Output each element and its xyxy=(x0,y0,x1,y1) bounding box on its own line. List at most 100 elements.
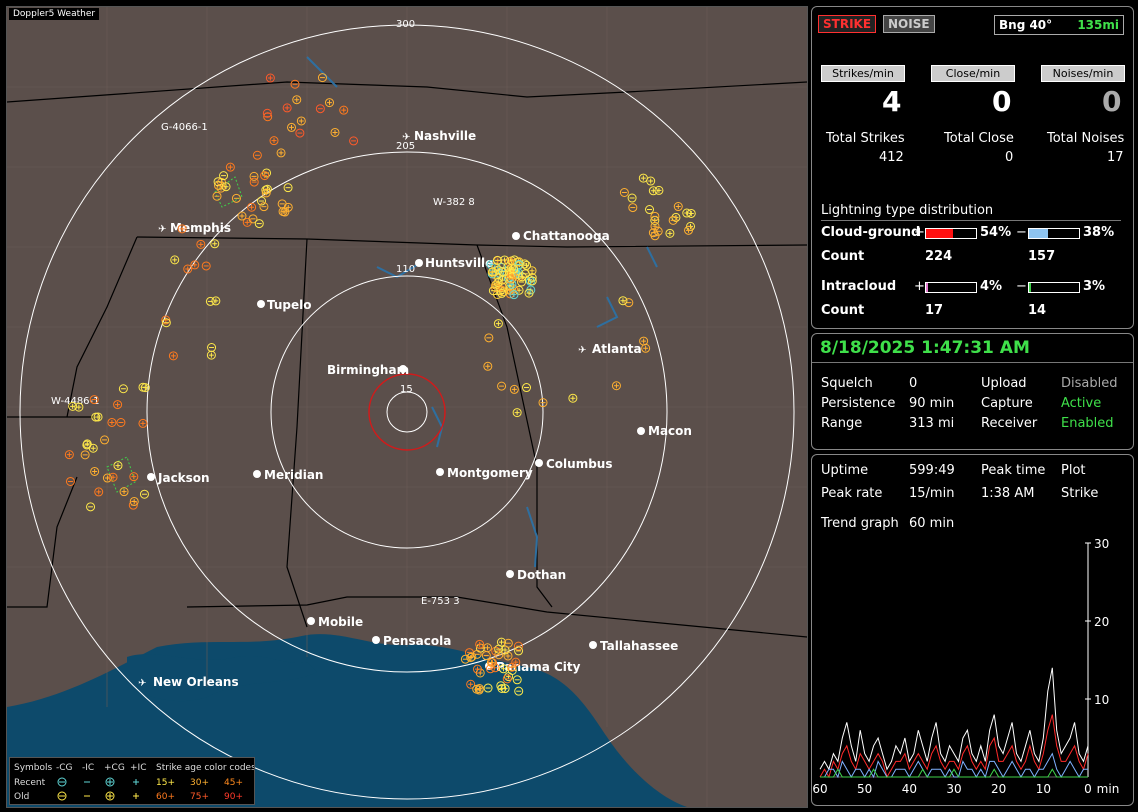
trend-series xyxy=(819,667,1089,779)
capture-value[interactable]: Active xyxy=(1061,396,1101,411)
close-per-min-label[interactable]: Close/min xyxy=(931,65,1015,82)
range-value: 313 mi xyxy=(909,416,955,431)
strike-polarity-mark xyxy=(640,175,646,181)
strike-polarity-mark xyxy=(514,410,520,416)
x-tick-label: 10 xyxy=(1036,782,1051,796)
city-dothan: Dothan xyxy=(506,568,566,582)
cloud-ground-label: Cloud-ground xyxy=(821,225,921,240)
strike-polarity-mark xyxy=(675,204,681,210)
strike-polarity-mark xyxy=(485,363,491,369)
upload-value[interactable]: Disabled xyxy=(1061,376,1117,391)
strike-polarity-mark xyxy=(502,257,508,263)
svg-text:Symbols: Symbols xyxy=(14,763,53,773)
svg-text:Recent: Recent xyxy=(14,778,46,788)
strike-polarity-mark xyxy=(131,474,137,480)
city-huntsville: Huntsville xyxy=(415,256,493,270)
noise-mode-button[interactable]: NOISE xyxy=(883,15,935,33)
strike-polarity-mark xyxy=(172,257,178,263)
x-tick-label: 0 xyxy=(1084,782,1092,796)
x-ticks: 60 50 40 30 20 10 0 min xyxy=(812,782,1119,796)
peak-time-label: Peak time xyxy=(981,463,1046,478)
strike-polarity-mark xyxy=(643,345,649,351)
cg-negative-bar xyxy=(1028,228,1080,239)
svg-text:G-4066-1: G-4066-1 xyxy=(161,122,208,133)
trend-graph-value[interactable]: 60 min xyxy=(909,516,954,531)
capture-label: Capture xyxy=(981,396,1033,411)
city-chattanooga: Chattanooga xyxy=(512,229,610,243)
strike-polarity-mark xyxy=(298,118,304,124)
svg-text:Nashville: Nashville xyxy=(414,129,476,143)
city-new-orleans: ✈ New Orleans xyxy=(138,675,239,689)
upload-label: Upload xyxy=(981,376,1027,391)
svg-text:60+: 60+ xyxy=(156,792,175,802)
strike-polarity-mark xyxy=(271,138,277,144)
x-tick-label: 20 xyxy=(991,782,1006,796)
city-tallahassee: Tallahassee xyxy=(589,639,678,653)
range-label-300: 300 xyxy=(396,19,415,30)
cg-positive-percent: 54% xyxy=(980,225,1012,240)
svg-text:+IC: +IC xyxy=(130,763,146,773)
plot-value[interactable]: Strike xyxy=(1061,486,1098,501)
total-strikes-value: 412 xyxy=(879,150,904,165)
brand-label: Doppler5 Weather xyxy=(9,8,100,20)
city-montgomery: Montgomery xyxy=(436,466,533,480)
symbols-legend: Symbols -CG -IC +CG +IC Strike age color… xyxy=(9,757,255,805)
strike-polarity-mark xyxy=(185,266,191,272)
cg-count-label: Count xyxy=(821,249,865,264)
trend-series-line xyxy=(820,752,1088,779)
strike-polarity-mark xyxy=(267,75,273,81)
noises-per-min-label[interactable]: Noises/min xyxy=(1041,65,1125,82)
svg-text:45+: 45+ xyxy=(224,778,243,788)
city-pensacola: Pensacola xyxy=(372,634,451,648)
svg-text:New Orleans: New Orleans xyxy=(153,675,239,689)
range-label-110: 110 xyxy=(396,264,415,275)
svg-text:Huntsville: Huntsville xyxy=(425,256,493,270)
peak-rate-label: Peak rate xyxy=(821,486,883,501)
strike-polarity-mark xyxy=(326,100,332,106)
city-columbus: Columbus xyxy=(535,457,613,471)
receiver-value[interactable]: Enabled xyxy=(1061,416,1114,431)
trend-panel: Uptime 599:49 Peak time 1:38 AM Plot Str… xyxy=(811,454,1134,806)
strikes-per-min-label[interactable]: Strikes/min xyxy=(821,65,905,82)
ic-positive-count: 17 xyxy=(925,303,944,318)
strike-polarity-mark xyxy=(667,230,673,236)
strike-polarity-mark xyxy=(641,338,647,344)
svg-text:90+: 90+ xyxy=(224,792,243,802)
svg-text:Mobile: Mobile xyxy=(318,615,363,629)
lightning-map[interactable]: 300 205 110 15 ✈ Nashville ✈ Memphis Hunts… xyxy=(6,6,808,808)
svg-text:E-753 3: E-753 3 xyxy=(421,596,460,607)
divider xyxy=(812,362,1133,363)
svg-text:Meridian: Meridian xyxy=(264,468,323,482)
total-noises-label: Total Noises xyxy=(1047,131,1125,146)
airport-icon: ✈ xyxy=(578,345,586,356)
plot-label: Plot xyxy=(1061,463,1086,478)
strike-polarity-mark xyxy=(96,489,102,495)
strike-stats-panel: STRIKE NOISE Bng 40° 135mi Strikes/min C… xyxy=(811,6,1134,329)
trend-series-line xyxy=(819,714,1089,779)
svg-text:75+: 75+ xyxy=(190,792,209,802)
strike-polarity-mark xyxy=(495,321,501,327)
strike-polarity-mark xyxy=(121,489,127,495)
x-tick-label: 40 xyxy=(902,782,917,796)
cg-minus-sign: − xyxy=(1016,225,1027,240)
cg-positive-bar xyxy=(925,228,977,239)
trend-series-line xyxy=(820,768,1088,778)
strike-polarity-mark xyxy=(115,463,121,469)
city-memphis: ✈ Memphis xyxy=(158,221,231,235)
bearing-readout: Bng 40° 135mi xyxy=(994,15,1124,35)
total-close-label: Total Close xyxy=(944,131,1014,146)
svg-text:Tupelo: Tupelo xyxy=(267,298,312,312)
noises-per-min-value: 0 xyxy=(1102,85,1122,118)
strike-polarity-mark xyxy=(66,452,72,458)
rivers xyxy=(306,56,658,568)
svg-text:Jackson: Jackson xyxy=(157,471,210,485)
ic-positive-percent: 4% xyxy=(980,279,1003,294)
strike-polarity-mark xyxy=(208,352,214,358)
total-strikes-label: Total Strikes xyxy=(826,131,905,146)
map-canvas[interactable]: 300 205 110 15 ✈ Nashville ✈ Memphis Hunts… xyxy=(7,7,807,807)
strike-polarity-mark xyxy=(115,402,121,408)
city-nashville: ✈ Nashville xyxy=(402,129,476,143)
strike-polarity-mark xyxy=(484,645,490,651)
divider xyxy=(821,220,1121,221)
strike-mode-button[interactable]: STRIKE xyxy=(818,15,877,33)
